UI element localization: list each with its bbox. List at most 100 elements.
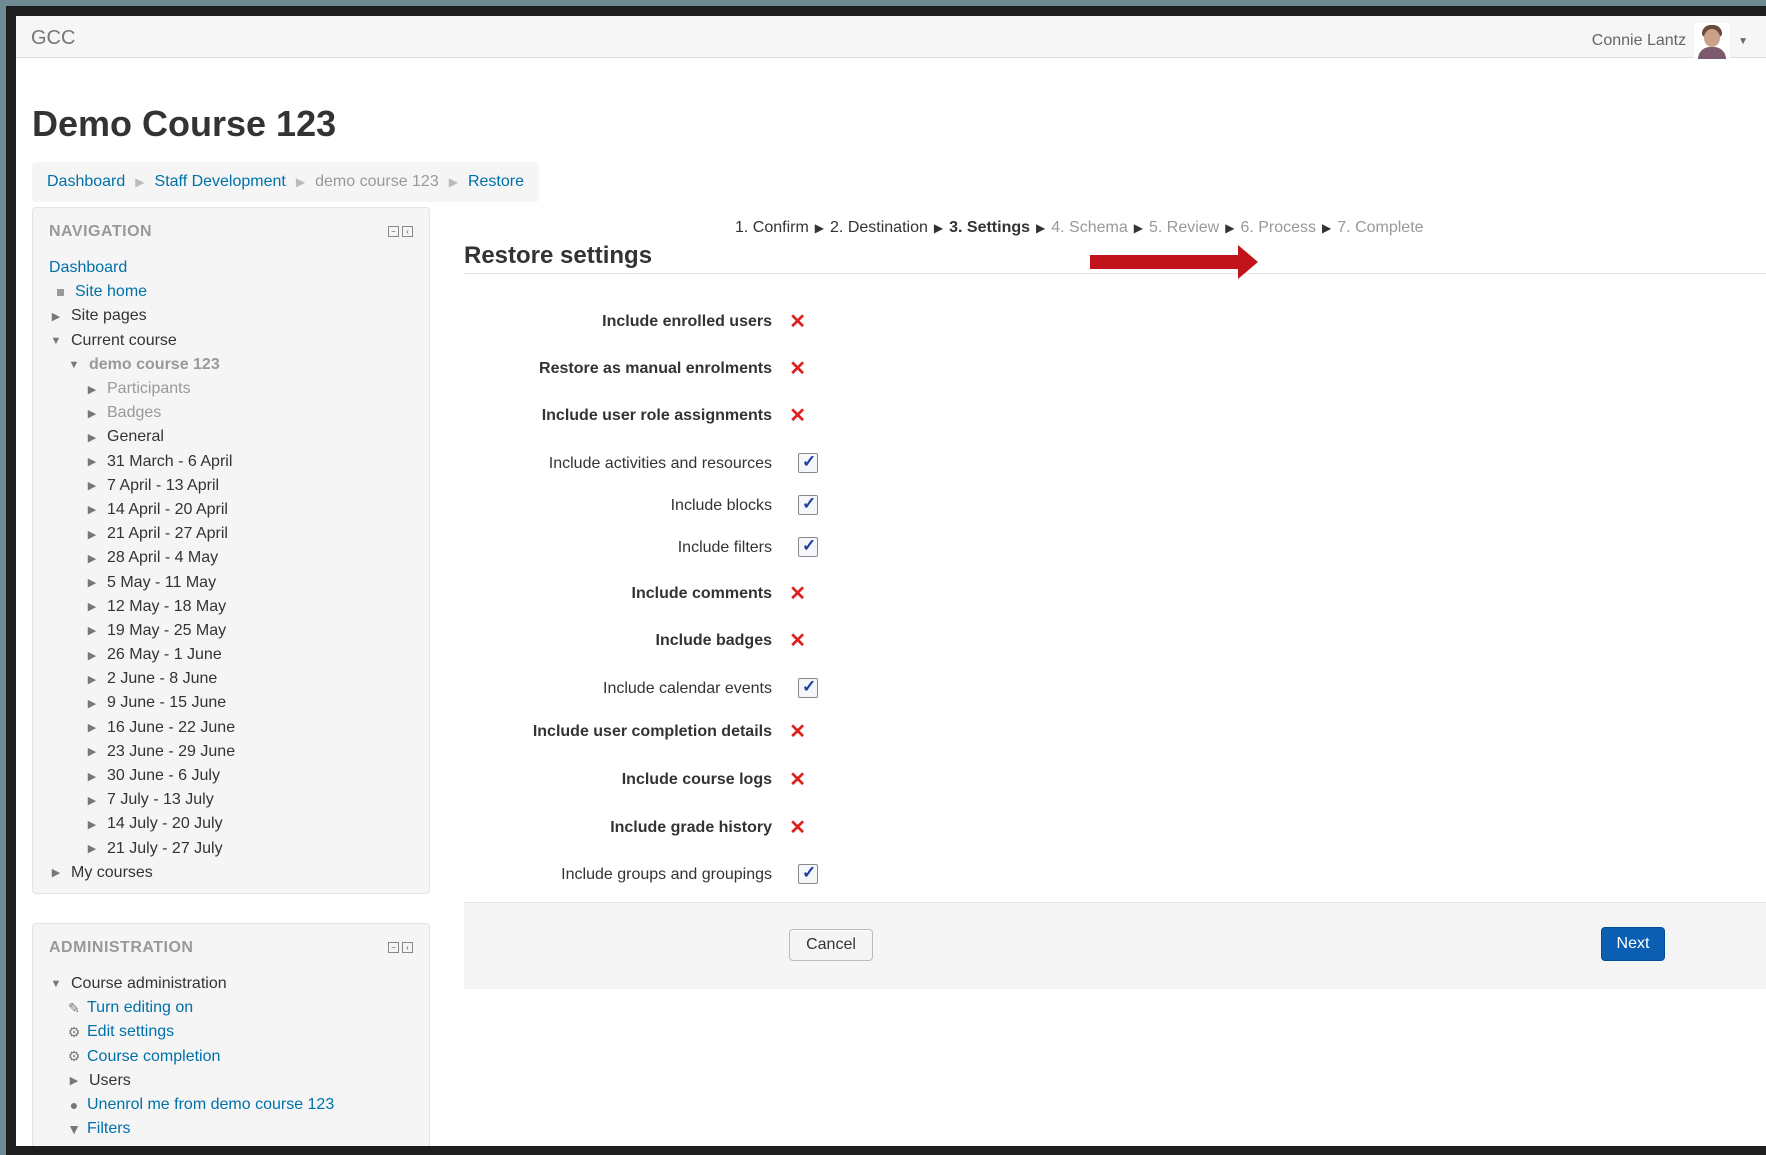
- admin-users[interactable]: Users: [89, 1072, 131, 1090]
- nav-week[interactable]: 23 June - 29 June: [107, 743, 235, 761]
- nav-site-home[interactable]: Site home: [75, 283, 147, 301]
- dock-block-icon[interactable]: ‹: [402, 942, 413, 953]
- expand-arrow-icon[interactable]: ▶: [85, 552, 99, 565]
- setting-label: Include calendar events: [603, 680, 772, 697]
- expand-arrow-icon[interactable]: ▶: [85, 407, 99, 420]
- next-button[interactable]: Next: [1601, 927, 1665, 961]
- step-confirm: 1. Confirm: [735, 219, 809, 236]
- step-process: 6. Process: [1240, 219, 1317, 236]
- administration-tree: ▼ Course administration ✎ Turn editing on …: [49, 972, 419, 1141]
- nav-week[interactable]: 19 May - 25 May: [107, 622, 226, 640]
- nav-course[interactable]: demo course 123: [89, 356, 220, 374]
- expand-arrow-icon[interactable]: ▶: [85, 503, 99, 516]
- user-name[interactable]: Connie Lantz: [1592, 32, 1686, 50]
- nav-week[interactable]: 21 April - 27 April: [107, 525, 228, 543]
- expand-arrow-icon[interactable]: ▶: [85, 600, 99, 613]
- expand-arrow-icon[interactable]: ▶: [85, 624, 99, 637]
- setting-label: Include user role assignments: [541, 407, 772, 424]
- nav-current-course[interactable]: Current course: [71, 332, 177, 350]
- nav-week[interactable]: 21 July - 27 July: [107, 840, 223, 858]
- dock-block-icon[interactable]: ‹: [402, 226, 413, 237]
- nav-week[interactable]: 14 April - 20 April: [107, 501, 228, 519]
- nav-week[interactable]: 12 May - 18 May: [107, 598, 226, 616]
- user-menu[interactable]: Connie Lantz ▼: [1592, 23, 1748, 59]
- setting-row: Include activities and resources: [464, 451, 818, 481]
- expand-arrow-icon[interactable]: ▶: [49, 866, 63, 879]
- admin-turn-editing-on[interactable]: Turn editing on: [87, 999, 193, 1017]
- collapse-block-icon[interactable]: −: [388, 942, 399, 953]
- administration-block: ADMINISTRATION − ‹ ▼ Course administratio…: [32, 923, 430, 1146]
- breadcrumb-separator-icon: ▶: [295, 175, 306, 189]
- expand-arrow-icon[interactable]: ▶: [85, 770, 99, 783]
- admin-unenrol[interactable]: Unenrol me from demo course 123: [87, 1096, 334, 1114]
- caret-down-icon[interactable]: ▼: [1738, 36, 1748, 47]
- checkbox-checked-icon[interactable]: [798, 863, 818, 884]
- expand-arrow-icon[interactable]: ▶: [85, 383, 99, 396]
- cancel-button[interactable]: Cancel: [789, 929, 873, 961]
- expand-arrow-icon[interactable]: ▶: [85, 794, 99, 807]
- setting-label: Include groups and groupings: [561, 866, 772, 883]
- nav-week[interactable]: 7 April - 13 April: [107, 477, 219, 495]
- nav-week[interactable]: 14 July - 20 July: [107, 815, 223, 833]
- nav-week[interactable]: 31 March - 6 April: [107, 453, 232, 471]
- expand-arrow-icon[interactable]: ▶: [85, 649, 99, 662]
- nav-badges[interactable]: Badges: [107, 404, 161, 422]
- breadcrumb-staff-development[interactable]: Staff Development: [155, 173, 286, 191]
- nav-week[interactable]: 7 July - 13 July: [107, 791, 214, 809]
- collapse-arrow-icon[interactable]: ▼: [49, 978, 63, 990]
- step-arrow-icon: ▶: [1322, 221, 1332, 235]
- checkbox-checked-icon[interactable]: [798, 536, 818, 557]
- breadcrumb-separator-icon: ▶: [448, 175, 458, 189]
- checkbox-checked-icon[interactable]: [798, 452, 818, 473]
- checkbox-checked-icon[interactable]: [798, 494, 818, 515]
- expand-arrow-icon[interactable]: ▶: [85, 479, 99, 492]
- expand-arrow-icon[interactable]: ▶: [85, 842, 99, 855]
- setting-label: Include comments: [631, 585, 772, 602]
- collapse-arrow-icon[interactable]: ▼: [49, 335, 63, 347]
- expand-arrow-icon[interactable]: ▶: [85, 697, 99, 710]
- collapse-block-icon[interactable]: −: [388, 226, 399, 237]
- expand-arrow-icon[interactable]: ▶: [85, 818, 99, 831]
- expand-arrow-icon[interactable]: ▶: [85, 576, 99, 589]
- expand-arrow-icon[interactable]: ▶: [67, 1074, 81, 1087]
- step-arrow-icon: ▶: [1225, 221, 1235, 235]
- nav-week[interactable]: 26 May - 1 June: [107, 646, 222, 664]
- admin-edit-settings[interactable]: Edit settings: [87, 1023, 174, 1041]
- step-destination: 2. Destination: [830, 219, 928, 236]
- nav-week[interactable]: 30 June - 6 July: [107, 767, 220, 785]
- admin-course-administration[interactable]: Course administration: [71, 975, 227, 993]
- breadcrumb-dashboard[interactable]: Dashboard: [47, 173, 125, 191]
- setting-row: Include course logs ✕: [464, 767, 806, 797]
- checkbox-checked-icon[interactable]: [798, 677, 818, 698]
- collapse-arrow-icon[interactable]: ▼: [67, 359, 81, 371]
- expand-arrow-icon[interactable]: ▶: [85, 745, 99, 758]
- nav-week[interactable]: 2 June - 8 June: [107, 670, 217, 688]
- admin-filters[interactable]: Filters: [87, 1120, 131, 1138]
- nav-dashboard[interactable]: Dashboard: [49, 259, 127, 277]
- nav-week[interactable]: 16 June - 22 June: [107, 719, 235, 737]
- gear-icon: ⚙: [67, 1048, 81, 1065]
- expand-arrow-icon[interactable]: ▶: [85, 721, 99, 734]
- expand-arrow-icon[interactable]: ▶: [85, 673, 99, 686]
- nav-week[interactable]: 9 June - 15 June: [107, 694, 226, 712]
- nav-week[interactable]: 28 April - 4 May: [107, 549, 218, 567]
- admin-course-completion[interactable]: Course completion: [87, 1048, 220, 1066]
- step-settings: 3. Settings: [949, 219, 1031, 236]
- step-arrow-icon: ▶: [814, 221, 825, 235]
- setting-label: Include activities and resources: [548, 455, 772, 472]
- breadcrumb-restore[interactable]: Restore: [468, 173, 524, 191]
- expand-arrow-icon[interactable]: ▶: [85, 455, 99, 468]
- expand-arrow-icon[interactable]: ▶: [85, 431, 99, 444]
- nav-site-pages[interactable]: Site pages: [71, 307, 147, 325]
- nav-general[interactable]: General: [107, 428, 164, 446]
- avatar[interactable]: [1694, 23, 1731, 59]
- site-brand[interactable]: GCC: [31, 27, 75, 50]
- nav-my-courses[interactable]: My courses: [71, 864, 153, 882]
- nav-week[interactable]: 5 May - 11 May: [107, 574, 216, 592]
- expand-arrow-icon[interactable]: ▶: [85, 528, 99, 541]
- nav-participants[interactable]: Participants: [107, 380, 191, 398]
- breadcrumb: Dashboard ▶ Staff Development ▶ demo cou…: [32, 162, 539, 202]
- expand-arrow-icon[interactable]: ▶: [49, 310, 63, 323]
- setting-row: Include blocks: [464, 493, 818, 523]
- step-arrow-icon: ▶: [1133, 221, 1143, 235]
